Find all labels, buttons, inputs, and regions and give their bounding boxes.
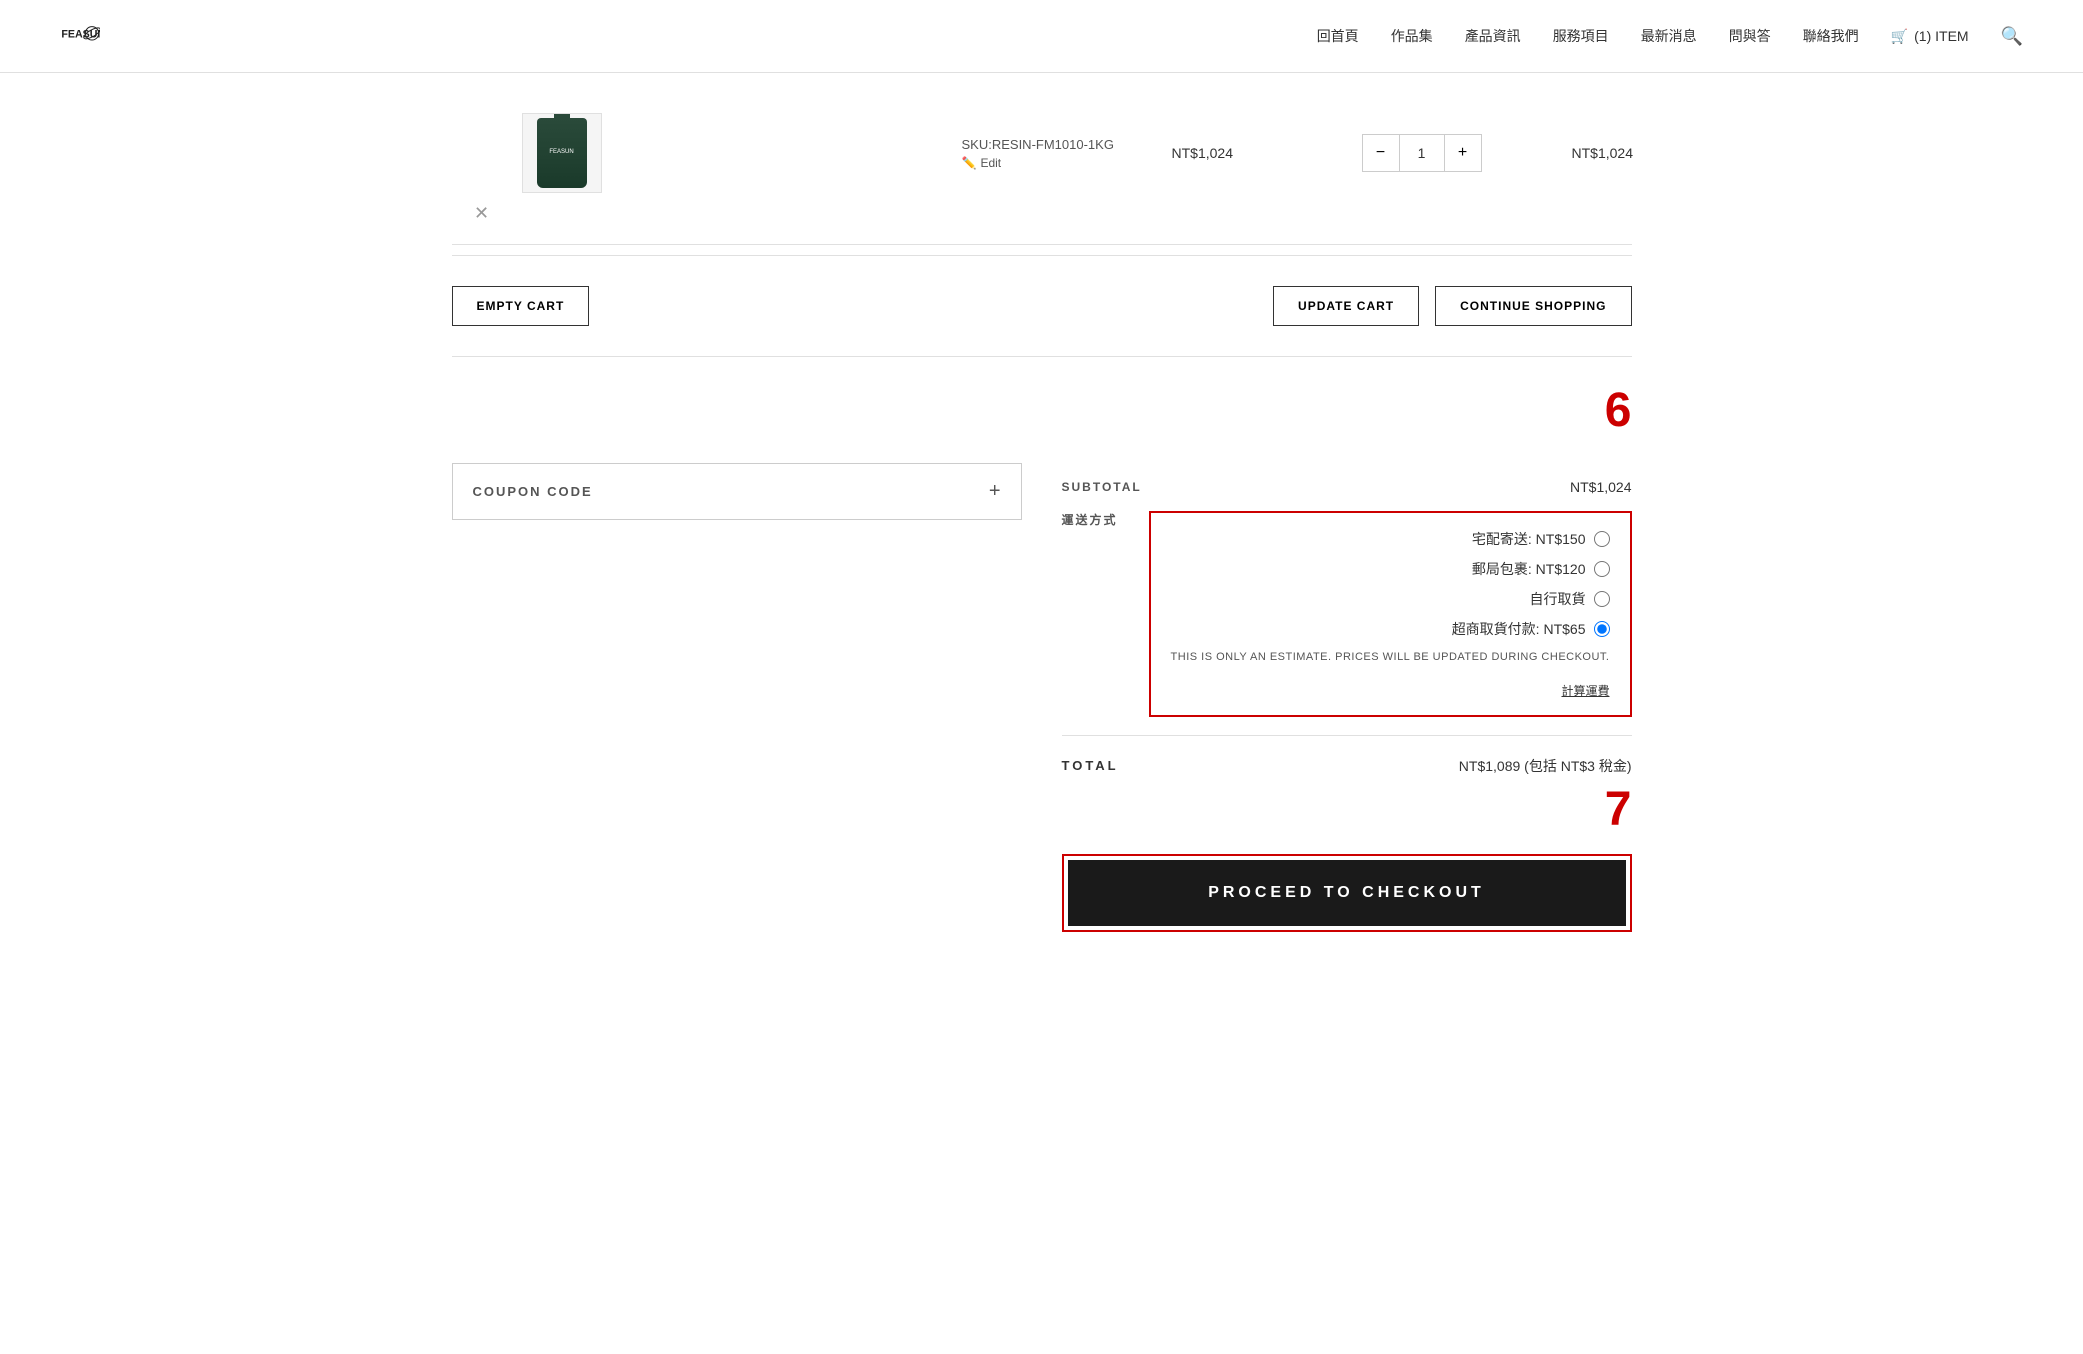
remove-item-button[interactable]: ✕ [452, 203, 512, 224]
bottom-section: COUPON CODE + SUBTOTAL NT$1,024 運送方式 宅配寄… [452, 443, 1632, 952]
calc-shipping-link[interactable]: 計算運費 [1171, 682, 1610, 699]
section-divider [452, 356, 1632, 357]
quantity-decrease-button[interactable]: − [1363, 135, 1399, 171]
shipping-label: 運送方式 [1062, 511, 1118, 528]
search-button[interactable]: 🔍 [2001, 26, 2023, 47]
shipping-row: 運送方式 宅配寄送: NT$150 郵局包裹: NT$120 自行取貨 [1062, 503, 1632, 725]
product-bottle-label: FEASUN [549, 149, 573, 156]
nav-services[interactable]: 服務項目 [1553, 26, 1609, 46]
subtotal-row: SUBTOTAL NT$1,024 [1062, 463, 1632, 503]
edit-label: Edit [980, 156, 1001, 170]
cart-actions: EMPTY CART UPDATE CART CONTINUE SHOPPING [452, 266, 1632, 356]
product-edit-link[interactable]: ✏️ Edit [962, 156, 1162, 170]
shipping-radio-post[interactable] [1594, 561, 1610, 577]
shipping-radio-cvs[interactable] [1594, 621, 1610, 637]
subtotal-value: NT$1,024 [1570, 479, 1631, 495]
shipping-option-cvs-label: 超商取貨付款: NT$65 [1452, 619, 1586, 639]
cart-icon: 🛒 [1891, 28, 1908, 45]
nav-contact[interactable]: 聯絡我們 [1803, 26, 1859, 46]
product-thumbnail: FEASUN [522, 113, 602, 193]
shipping-radio-home[interactable] [1594, 531, 1610, 547]
shipping-option-self-label: 自行取貨 [1530, 589, 1586, 609]
proceed-btn-wrapper: PROCEED TO CHECKOUT [1062, 854, 1632, 932]
nav-news[interactable]: 最新消息 [1641, 26, 1697, 46]
total-label: TOTAL [1062, 758, 1119, 773]
shipping-options-box: 宅配寄送: NT$150 郵局包裹: NT$120 自行取貨 超商取貨付款: N… [1149, 511, 1632, 717]
site-header: FEASUN 回首頁 作品集 產品資訊 服務項目 最新消息 問與答 聯絡我們 🛒… [0, 0, 2083, 73]
update-cart-button[interactable]: UPDATE CART [1273, 286, 1419, 326]
shipping-radio-self[interactable] [1594, 591, 1610, 607]
product-price: NT$1,024 [1172, 145, 1352, 161]
main-content: FEASUN SKU:RESIN-FM1010-1KG ✏️ Edit NT$1… [392, 73, 1692, 1012]
step7-row: 7 [1062, 786, 1632, 834]
nav-products[interactable]: 產品資訊 [1465, 26, 1521, 46]
estimate-note: THIS IS ONLY AN ESTIMATE. PRICES WILL BE… [1171, 649, 1610, 666]
coupon-box[interactable]: COUPON CODE + [452, 463, 1022, 520]
cart-count: (1) ITEM [1914, 28, 1968, 44]
quantity-value: 1 [1399, 135, 1445, 171]
product-bottle-image: FEASUN [537, 118, 587, 188]
shipping-option-post[interactable]: 郵局包裹: NT$120 [1171, 559, 1610, 579]
quantity-control[interactable]: − 1 + [1362, 134, 1482, 172]
quantity-increase-button[interactable]: + [1445, 135, 1481, 171]
empty-cart-button[interactable]: EMPTY CART [452, 286, 590, 326]
main-nav: 回首頁 作品集 產品資訊 服務項目 最新消息 問與答 聯絡我們 🛒 (1) IT… [1317, 26, 2023, 47]
order-summary: SUBTOTAL NT$1,024 運送方式 宅配寄送: NT$150 郵局包裹… [1062, 463, 1632, 932]
logo-area[interactable]: FEASUN [60, 16, 100, 56]
svg-text:FEASUN: FEASUN [61, 28, 100, 40]
nav-portfolio[interactable]: 作品集 [1391, 26, 1433, 46]
product-total: NT$1,024 [1572, 145, 1632, 161]
shipping-option-home[interactable]: 宅配寄送: NT$150 [1171, 529, 1610, 549]
edit-icon: ✏️ [962, 156, 977, 170]
shipping-option-post-label: 郵局包裹: NT$120 [1472, 559, 1586, 579]
shipping-option-home-label: 宅配寄送: NT$150 [1472, 529, 1586, 549]
proceed-to-checkout-button[interactable]: PROCEED TO CHECKOUT [1068, 860, 1626, 926]
shipping-option-cvs[interactable]: 超商取貨付款: NT$65 [1171, 619, 1610, 639]
coupon-expand-icon: + [989, 480, 1001, 503]
nav-home[interactable]: 回首頁 [1317, 26, 1359, 46]
cart-row: FEASUN SKU:RESIN-FM1010-1KG ✏️ Edit NT$1… [452, 93, 1632, 245]
coupon-section: COUPON CODE + [452, 463, 1022, 932]
logo-icon: FEASUN [60, 16, 100, 56]
nav-faq[interactable]: 問與答 [1729, 26, 1771, 46]
coupon-label: COUPON CODE [473, 484, 593, 499]
total-value: NT$1,089 (包括 NT$3 稅金) [1459, 756, 1632, 776]
cart-actions-right: UPDATE CART CONTINUE SHOPPING [1273, 286, 1631, 326]
total-row: TOTAL NT$1,089 (包括 NT$3 稅金) [1062, 735, 1632, 786]
continue-shopping-button[interactable]: CONTINUE SHOPPING [1435, 286, 1631, 326]
divider-1 [452, 255, 1632, 256]
step6-annotation: 6 [1605, 384, 1632, 437]
product-sku: SKU:RESIN-FM1010-1KG [962, 137, 1162, 152]
subtotal-label: SUBTOTAL [1062, 480, 1142, 494]
step7-annotation: 7 [1605, 786, 1632, 834]
shipping-option-self[interactable]: 自行取貨 [1171, 589, 1610, 609]
product-info: SKU:RESIN-FM1010-1KG ✏️ Edit [962, 137, 1162, 170]
cart-icon-area[interactable]: 🛒 (1) ITEM [1891, 28, 1969, 45]
